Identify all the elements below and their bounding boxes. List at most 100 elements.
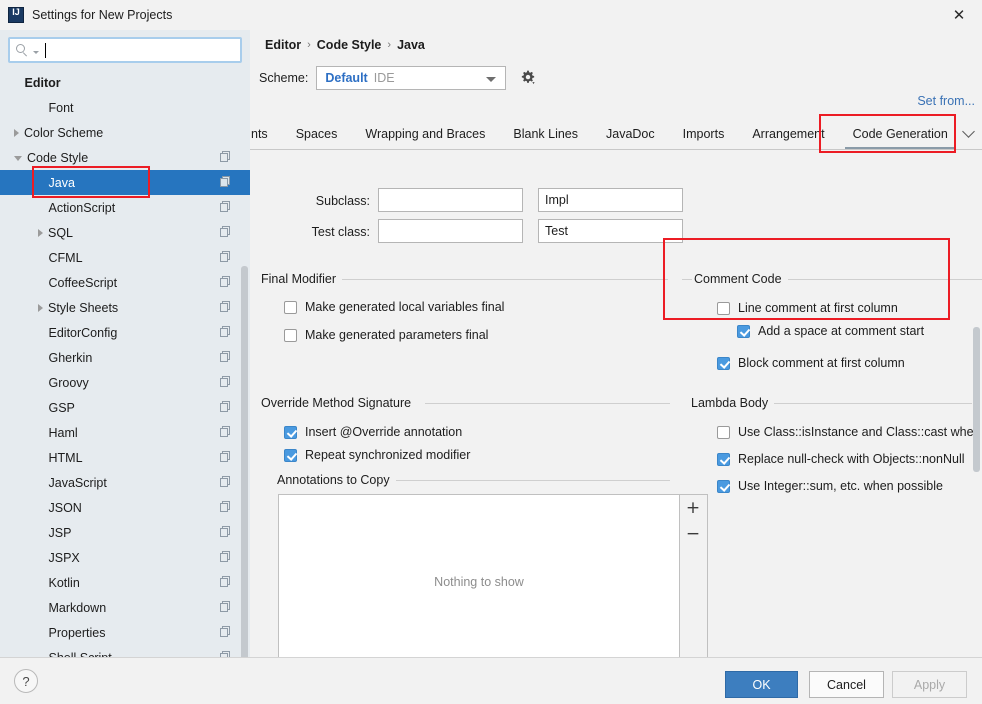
breadcrumb-item-code-style[interactable]: Code Style <box>317 38 382 52</box>
sidebar-item-groovy[interactable]: Groovy <box>0 370 250 395</box>
sidebar-item-code-style[interactable]: Code Style <box>0 145 250 170</box>
sidebar-item-properties[interactable]: Properties <box>0 620 250 645</box>
sidebar-item-haml[interactable]: Haml <box>0 420 250 445</box>
sidebar-item-json[interactable]: JSON <box>0 495 250 520</box>
copy-scheme-icon[interactable] <box>220 176 232 188</box>
tab-code-generation[interactable]: Code Generation <box>839 119 962 150</box>
settings-tree[interactable]: EditorFontColor SchemeCode StyleJavaActi… <box>0 70 250 657</box>
chevron-right-icon[interactable] <box>38 229 43 237</box>
copy-scheme-icon[interactable] <box>220 351 232 363</box>
checkbox-repeat-synchronized-modifier[interactable]: Repeat synchronized modifier <box>284 448 470 462</box>
scheme-select[interactable]: Default IDE <box>316 66 506 90</box>
checkbox-use-integer-sum[interactable]: Use Integer::sum, etc. when possible <box>717 479 943 493</box>
sidebar-item-cfml[interactable]: CFML <box>0 245 250 270</box>
tab-blank-lines[interactable]: Blank Lines <box>499 119 592 150</box>
chevron-right-icon[interactable] <box>14 129 19 137</box>
sidebar-item-html[interactable]: HTML <box>0 445 250 470</box>
subclass-prefix-input[interactable] <box>378 188 523 212</box>
remove-annotation-button[interactable]: − <box>680 521 706 547</box>
copy-scheme-icon[interactable] <box>220 226 232 238</box>
search-options-caret-icon[interactable] <box>33 51 39 54</box>
sidebar-item-color-scheme[interactable]: Color Scheme <box>0 120 250 145</box>
copy-scheme-icon[interactable] <box>220 601 232 613</box>
copy-scheme-icon[interactable] <box>220 451 232 463</box>
tab-wrapping-and-braces[interactable]: Wrapping and Braces <box>351 119 499 150</box>
tab-javadoc[interactable]: JavaDoc <box>592 119 669 150</box>
sidebar-item-actionscript[interactable]: ActionScript <box>0 195 250 220</box>
sidebar-item-shell-script[interactable]: Shell Script <box>0 645 250 657</box>
sidebar-item-editorconfig[interactable]: EditorConfig <box>0 320 250 345</box>
copy-scheme-icon[interactable] <box>220 501 232 513</box>
checkbox-insert-override-annotation[interactable]: Insert @Override annotation <box>284 425 462 439</box>
checkbox-use-class-isinstance-cast[interactable]: Use Class::isInstance and Class::cast wh… <box>717 425 980 439</box>
sidebar-item-kotlin[interactable]: Kotlin <box>0 570 250 595</box>
content-scrollbar-thumb[interactable] <box>973 327 980 472</box>
copy-scheme-icon[interactable] <box>220 251 232 263</box>
test-class-prefix-input[interactable] <box>378 219 523 243</box>
checkbox-box[interactable] <box>284 301 297 314</box>
subclass-suffix-input[interactable] <box>538 188 683 212</box>
gear-icon[interactable] <box>519 69 537 87</box>
checkbox-box[interactable] <box>717 357 730 370</box>
checkbox-make-local-vars-final[interactable]: Make generated local variables final <box>284 300 504 314</box>
copy-scheme-icon[interactable] <box>220 326 232 338</box>
copy-scheme-icon[interactable] <box>220 551 232 563</box>
tab-overflow-button[interactable] <box>954 118 982 149</box>
copy-scheme-icon[interactable] <box>220 276 232 288</box>
copy-scheme-icon[interactable] <box>220 401 232 413</box>
sidebar-item-gsp[interactable]: GSP <box>0 395 250 420</box>
checkbox-replace-null-check-objects-nonnull[interactable]: Replace null-check with Objects::nonNull <box>717 452 965 466</box>
sidebar-item-markdown[interactable]: Markdown <box>0 595 250 620</box>
search-input[interactable] <box>46 40 240 60</box>
sidebar-item-font[interactable]: Font <box>0 95 250 120</box>
sidebar-item-sql[interactable]: SQL <box>0 220 250 245</box>
sidebar-item-coffeescript[interactable]: CoffeeScript <box>0 270 250 295</box>
breadcrumb-item-java[interactable]: Java <box>397 38 425 52</box>
checkbox-block-comment-first-column[interactable]: Block comment at first column <box>717 356 905 370</box>
test-class-suffix-input[interactable] <box>538 219 683 243</box>
checkbox-box[interactable] <box>284 449 297 462</box>
checkbox-box[interactable] <box>284 329 297 342</box>
sidebar-item-jspx[interactable]: JSPX <box>0 545 250 570</box>
checkbox-box[interactable] <box>717 426 730 439</box>
checkbox-make-params-final[interactable]: Make generated parameters final <box>284 328 488 342</box>
breadcrumb-item-editor[interactable]: Editor <box>265 38 301 52</box>
cancel-button[interactable]: Cancel <box>809 671 884 698</box>
checkbox-box[interactable] <box>717 453 730 466</box>
annotations-to-copy-list[interactable]: Nothing to show <box>278 494 680 657</box>
checkbox-line-comment-first-column[interactable]: Line comment at first column <box>717 301 898 315</box>
tab-imports[interactable]: Imports <box>669 119 739 150</box>
checkbox-box[interactable] <box>717 302 730 315</box>
copy-scheme-icon[interactable] <box>220 201 232 213</box>
ok-button[interactable]: OK <box>725 671 798 698</box>
sidebar-item-jsp[interactable]: JSP <box>0 520 250 545</box>
checkbox-add-space-at-comment-start[interactable]: Add a space at comment start <box>737 324 924 338</box>
sidebar-item-editor[interactable]: Editor <box>0 70 250 95</box>
add-annotation-button[interactable]: + <box>680 495 706 521</box>
set-from-link[interactable]: Set from... <box>917 94 975 108</box>
checkbox-box[interactable] <box>717 480 730 493</box>
checkbox-box[interactable] <box>284 426 297 439</box>
sidebar-item-style-sheets[interactable]: Style Sheets <box>0 295 250 320</box>
tab-nts[interactable]: nts <box>250 119 282 150</box>
help-button[interactable]: ? <box>14 669 38 693</box>
sidebar-scrollbar-thumb[interactable] <box>241 266 248 657</box>
copy-scheme-icon[interactable] <box>220 151 232 163</box>
copy-scheme-icon[interactable] <box>220 626 232 638</box>
chevron-down-icon[interactable] <box>14 156 22 161</box>
checkbox-box[interactable] <box>737 325 750 338</box>
tab-spaces[interactable]: Spaces <box>282 119 352 150</box>
sidebar-item-javascript[interactable]: JavaScript <box>0 470 250 495</box>
copy-scheme-icon[interactable] <box>220 476 232 488</box>
copy-scheme-icon[interactable] <box>220 576 232 588</box>
close-icon[interactable]: ✕ <box>936 0 982 30</box>
copy-scheme-icon[interactable] <box>220 426 232 438</box>
chevron-right-icon[interactable] <box>38 304 43 312</box>
sidebar-item-gherkin[interactable]: Gherkin <box>0 345 250 370</box>
copy-scheme-icon[interactable] <box>220 376 232 388</box>
search-field-wrapper[interactable] <box>8 37 242 63</box>
apply-button[interactable]: Apply <box>892 671 967 698</box>
copy-scheme-icon[interactable] <box>220 526 232 538</box>
tab-arrangement[interactable]: Arrangement <box>738 119 838 150</box>
sidebar-item-java[interactable]: Java <box>0 170 250 195</box>
